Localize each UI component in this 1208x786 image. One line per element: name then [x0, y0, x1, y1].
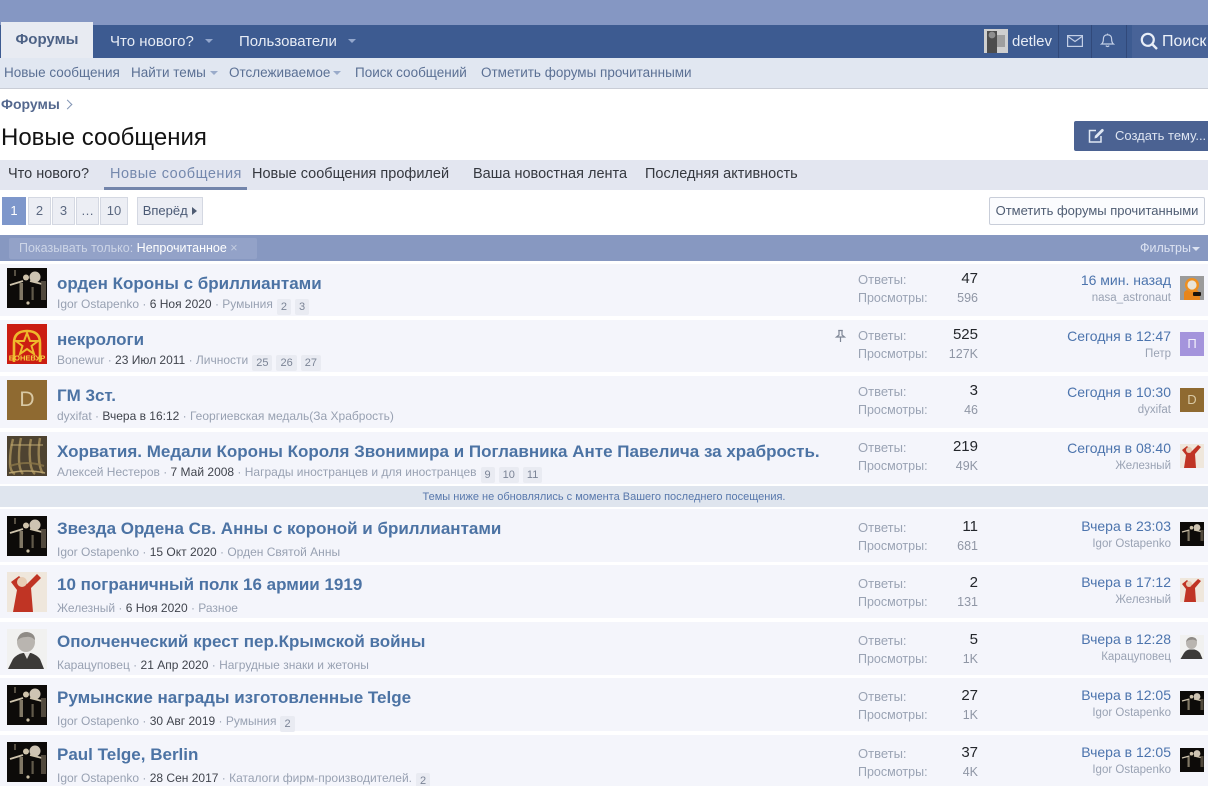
svg-text:БОНЕВУР: БОНЕВУР: [9, 354, 45, 363]
